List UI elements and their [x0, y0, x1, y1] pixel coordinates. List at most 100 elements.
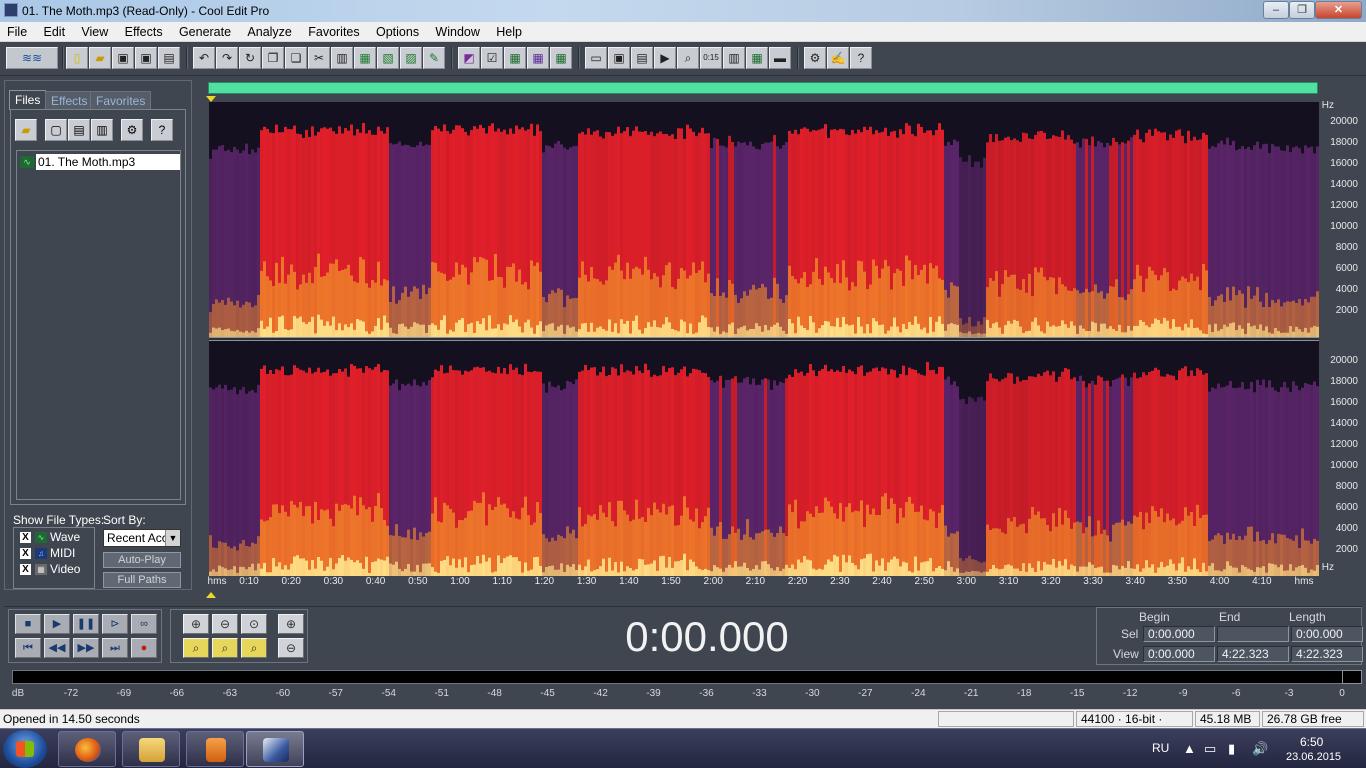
multitrack-toggle-button[interactable]: ≋≋	[6, 47, 58, 69]
minimize-button[interactable]: ‒	[1263, 1, 1289, 19]
sel-begin-field[interactable]: 0:00.000	[1143, 626, 1215, 642]
close-file-button[interactable]: ▤	[158, 47, 180, 69]
open-file-button[interactable]: ▰	[89, 47, 111, 69]
zoom-view-button[interactable]: ⌕	[677, 47, 699, 69]
sort-by-select[interactable]: Recent Acc ▼	[103, 529, 181, 547]
paste-button[interactable]: ▥	[331, 47, 353, 69]
settings-button[interactable]: ⚙	[804, 47, 826, 69]
right-channel[interactable]	[209, 341, 1319, 576]
zoom-out-vertical-button[interactable]: ⊖	[278, 638, 304, 658]
grid-left-button[interactable]: ▦	[504, 47, 526, 69]
play-view-button[interactable]: ▶	[654, 47, 676, 69]
file-settings-button[interactable]: ⚙	[121, 119, 143, 141]
show-hidden-icons-icon[interactable]: ▲	[1183, 741, 1196, 756]
tab-effects[interactable]: Effects	[45, 91, 94, 109]
grid-right-button[interactable]: ▦	[550, 47, 572, 69]
play-button[interactable]: ▶	[44, 614, 70, 634]
sel-end-field[interactable]	[1217, 626, 1289, 642]
tab-favorites[interactable]: Favorites	[90, 91, 152, 109]
zoom-out-button[interactable]: ⊖	[212, 614, 238, 634]
copy-new-button[interactable]: ❏	[285, 47, 307, 69]
network-icon[interactable]: ▭	[1204, 741, 1216, 757]
zoom-left-button[interactable]: ⌕	[183, 638, 209, 658]
file-help-button[interactable]: ?	[151, 119, 173, 141]
go-to-end-button[interactable]: ⏭	[102, 638, 128, 658]
repeat-button[interactable]: ↻	[239, 47, 261, 69]
play-to-end-button[interactable]: ⊳	[102, 614, 128, 634]
mix-paste-button[interactable]: ▧	[377, 47, 399, 69]
menu-view[interactable]: View	[74, 22, 114, 39]
power-icon[interactable]: ▮	[1228, 741, 1235, 757]
save-button[interactable]: ▣	[112, 47, 134, 69]
copy-button[interactable]: ❐	[262, 47, 284, 69]
view-end-field[interactable]: 4:22.323	[1217, 646, 1289, 662]
taskbar-firefox[interactable]	[58, 731, 116, 767]
scripts-button[interactable]: ✍	[827, 47, 849, 69]
maximize-button[interactable]: ❐	[1289, 1, 1315, 19]
new-file-button[interactable]: ▯	[66, 47, 88, 69]
zoom-full-button[interactable]: ⊙	[241, 614, 267, 634]
envelope-button[interactable]: ◩	[458, 47, 480, 69]
info-view-button[interactable]: ▤	[631, 47, 653, 69]
wave-checkbox[interactable]: X	[20, 532, 31, 543]
menu-favorites[interactable]: Favorites	[301, 22, 365, 39]
clock-date[interactable]: 23.06.2015	[1286, 751, 1341, 763]
midi-checkbox[interactable]: X	[20, 548, 31, 559]
menu-generate[interactable]: Generate	[172, 22, 237, 39]
fast-forward-button[interactable]: ▶▶	[73, 638, 99, 658]
menu-analyze[interactable]: Analyze	[240, 22, 297, 39]
menu-window[interactable]: Window	[428, 22, 485, 39]
overview-scrollbar[interactable]	[208, 82, 1318, 94]
zoom-in-button[interactable]: ⊕	[183, 614, 209, 634]
go-to-start-button[interactable]: ⏮	[15, 638, 41, 658]
insert-button[interactable]: ▤	[68, 119, 90, 141]
trim-button[interactable]: ▨	[400, 47, 422, 69]
left-channel[interactable]	[209, 102, 1319, 337]
language-indicator[interactable]: RU	[1152, 741, 1169, 755]
taskbar-cool-edit-pro[interactable]	[246, 731, 304, 767]
start-button[interactable]	[3, 730, 47, 768]
crop-button[interactable]: ✎	[423, 47, 445, 69]
open-file-button[interactable]: ▰	[15, 119, 37, 141]
redo-button[interactable]: ↷	[216, 47, 238, 69]
undo-button[interactable]: ↶	[193, 47, 215, 69]
loop-button[interactable]: ∞	[131, 614, 157, 634]
zoom-in-vertical-button[interactable]: ⊕	[278, 614, 304, 634]
save-as-button[interactable]: ▣	[135, 47, 157, 69]
time-view-button[interactable]: 0:15	[700, 47, 722, 69]
pause-button[interactable]: ❚❚	[73, 614, 99, 634]
video-checkbox[interactable]: X	[20, 564, 31, 575]
full-paths-button[interactable]: Full Paths	[103, 572, 181, 588]
close-file-button[interactable]: ▢	[45, 119, 67, 141]
grid-center-button[interactable]: ▦	[527, 47, 549, 69]
clock-time[interactable]: 6:50	[1300, 735, 1323, 749]
taskbar-explorer[interactable]	[122, 731, 180, 767]
rewind-button[interactable]: ◀◀	[44, 638, 70, 658]
status-view-button[interactable]: ▬	[769, 47, 791, 69]
time-ruler[interactable]: hms 0:10 0:20 0:30 0:40 0:50 1:00 1:10 1:20 1:30 1…	[208, 576, 1319, 590]
auto-play-button[interactable]: Auto-Play	[103, 552, 181, 568]
spectral-view[interactable]	[209, 102, 1319, 576]
view-begin-field[interactable]: 0:00.000	[1143, 646, 1215, 662]
help-button[interactable]: ?	[850, 47, 872, 69]
menu-effects[interactable]: Effects	[118, 22, 169, 39]
level-view-button[interactable]: ▦	[746, 47, 768, 69]
record-button[interactable]: ●	[131, 638, 157, 658]
tab-files[interactable]: Files	[9, 90, 47, 110]
edit-file-button[interactable]: ▥	[91, 119, 113, 141]
level-meter-clip-indicator[interactable]	[1342, 670, 1362, 684]
menu-options[interactable]: Options	[369, 22, 425, 39]
snap-button[interactable]: ☑	[481, 47, 503, 69]
stop-button[interactable]: ■	[15, 614, 41, 634]
sel-length-field[interactable]: 0:00.000	[1291, 626, 1363, 642]
menu-edit[interactable]: Edit	[37, 22, 72, 39]
spectral-view-button[interactable]: ▣	[608, 47, 630, 69]
selection-view-button[interactable]: ▥	[723, 47, 745, 69]
menu-help[interactable]: Help	[489, 22, 528, 39]
menu-file[interactable]: File	[0, 22, 33, 39]
close-button[interactable]: ✕	[1315, 1, 1362, 19]
file-list[interactable]: ∿ 01. The Moth.mp3	[16, 150, 181, 500]
view-length-field[interactable]: 4:22.323	[1291, 646, 1363, 662]
zoom-selection-button[interactable]: ⌕	[241, 638, 267, 658]
paste-new-button[interactable]: ▦	[354, 47, 376, 69]
